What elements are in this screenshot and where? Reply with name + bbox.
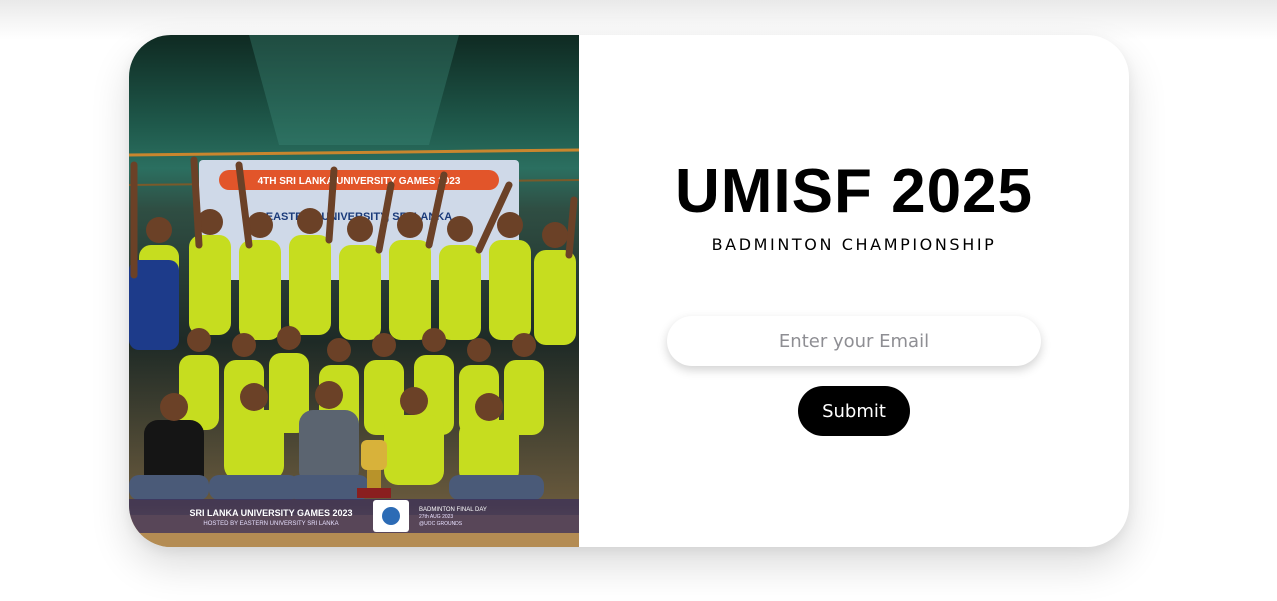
footer-date-text: 27th AUG 2023 <box>419 514 453 520</box>
submit-button[interactable]: Submit <box>798 386 910 436</box>
team-photo-illustration: 4TH SRI LANKA UNIVERSITY GAMES 2023 EAST… <box>129 35 579 547</box>
footer-event-text: BADMINTON FINAL DAY <box>419 507 487 513</box>
page-subtitle: BADMINTON CHAMPIONSHIP <box>711 235 997 254</box>
page: 4TH SRI LANKA UNIVERSITY GAMES 2023 EAST… <box>0 0 1277 601</box>
page-title: UMISF 2025 <box>674 157 1034 226</box>
brand-panel: UMISF 2025 BADMINTON CHAMPIONSHIP Submit <box>579 35 1129 547</box>
team-photo: 4TH SRI LANKA UNIVERSITY GAMES 2023 EAST… <box>129 35 579 547</box>
footer-sub-text: HOSTED BY EASTERN UNIVERSITY SRI LANKA <box>203 521 338 527</box>
footer-title-text: SRI LANKA UNIVERSITY GAMES 2023 <box>189 508 352 518</box>
registration-card: 4TH SRI LANKA UNIVERSITY GAMES 2023 EAST… <box>129 35 1129 547</box>
banner-top-text: 4TH SRI LANKA UNIVERSITY GAMES 2023 <box>258 176 461 187</box>
email-input[interactable] <box>667 316 1041 366</box>
footer-venue-text: @UOC GROUNDS <box>419 521 463 527</box>
